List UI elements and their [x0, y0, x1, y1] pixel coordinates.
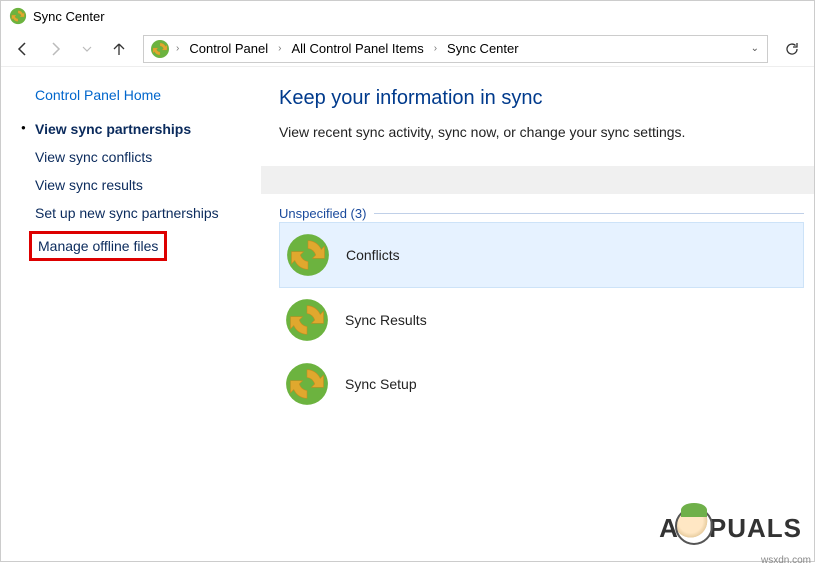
- list-item-sync-results[interactable]: Sync Results: [279, 288, 804, 352]
- sidebar-item-setup-partnerships[interactable]: Set up new sync partnerships: [35, 205, 245, 221]
- list-item-conflicts[interactable]: Conflicts: [279, 222, 804, 288]
- sidebar-item-label: Set up new sync partnerships: [35, 205, 219, 221]
- source-note: wsxdn.com: [761, 555, 811, 566]
- sidebar-item-label: View sync results: [35, 177, 143, 193]
- refresh-button[interactable]: [778, 35, 806, 63]
- chevron-right-icon[interactable]: ›: [432, 43, 439, 54]
- recent-locations-dropdown[interactable]: [73, 35, 101, 63]
- back-button[interactable]: [9, 35, 37, 63]
- sync-center-icon: [9, 7, 27, 25]
- sidebar-item-label: Manage offline files: [38, 238, 158, 254]
- breadcrumb-all-items[interactable]: All Control Panel Items: [285, 39, 429, 58]
- sidebar-item-view-partnerships[interactable]: View sync partnerships: [35, 121, 245, 137]
- sync-center-icon: [150, 39, 170, 59]
- watermark-post: PUALS: [709, 513, 802, 544]
- sidebar-item-label: View sync partnerships: [35, 121, 191, 137]
- breadcrumb-sync-center[interactable]: Sync Center: [441, 39, 525, 58]
- list-item-label: Sync Setup: [345, 376, 417, 392]
- watermark-mascot-icon: [675, 507, 713, 545]
- sidebar-item-view-results[interactable]: View sync results: [35, 177, 245, 193]
- sidebar-item-view-conflicts[interactable]: View sync conflicts: [35, 149, 245, 165]
- chevron-right-icon[interactable]: ›: [174, 43, 181, 54]
- sync-icon: [285, 298, 329, 342]
- sync-icon: [286, 233, 330, 277]
- address-bar[interactable]: › Control Panel › All Control Panel Item…: [143, 35, 768, 63]
- sidebar-item-manage-offline-files[interactable]: Manage offline files: [31, 233, 245, 261]
- list-item-sync-setup[interactable]: Sync Setup: [279, 352, 804, 416]
- chevron-right-icon[interactable]: ›: [276, 43, 283, 54]
- watermark-logo: A PUALS: [659, 507, 802, 549]
- page-heading: Keep your information in sync: [279, 87, 804, 110]
- sidebar-item-label: View sync conflicts: [35, 149, 152, 165]
- list-item-label: Sync Results: [345, 312, 427, 328]
- group-divider: [374, 213, 804, 214]
- toolbar-band: [261, 166, 814, 194]
- list-item-label: Conflicts: [346, 247, 400, 263]
- breadcrumb-control-panel[interactable]: Control Panel: [183, 39, 274, 58]
- forward-button[interactable]: [41, 35, 69, 63]
- up-button[interactable]: [105, 35, 133, 63]
- sync-icon: [285, 362, 329, 406]
- sidebar: Control Panel Home View sync partnership…: [1, 67, 261, 561]
- navigation-toolbar: › Control Panel › All Control Panel Item…: [1, 31, 814, 67]
- title-bar: Sync Center: [1, 1, 814, 31]
- address-history-dropdown[interactable]: ⌄: [747, 43, 763, 54]
- annotation-highlight: Manage offline files: [29, 231, 167, 261]
- control-panel-home-link[interactable]: Control Panel Home: [35, 87, 245, 103]
- main-content: Keep your information in sync View recen…: [261, 67, 814, 561]
- page-subheading: View recent sync activity, sync now, or …: [279, 124, 804, 140]
- window-title: Sync Center: [33, 9, 105, 24]
